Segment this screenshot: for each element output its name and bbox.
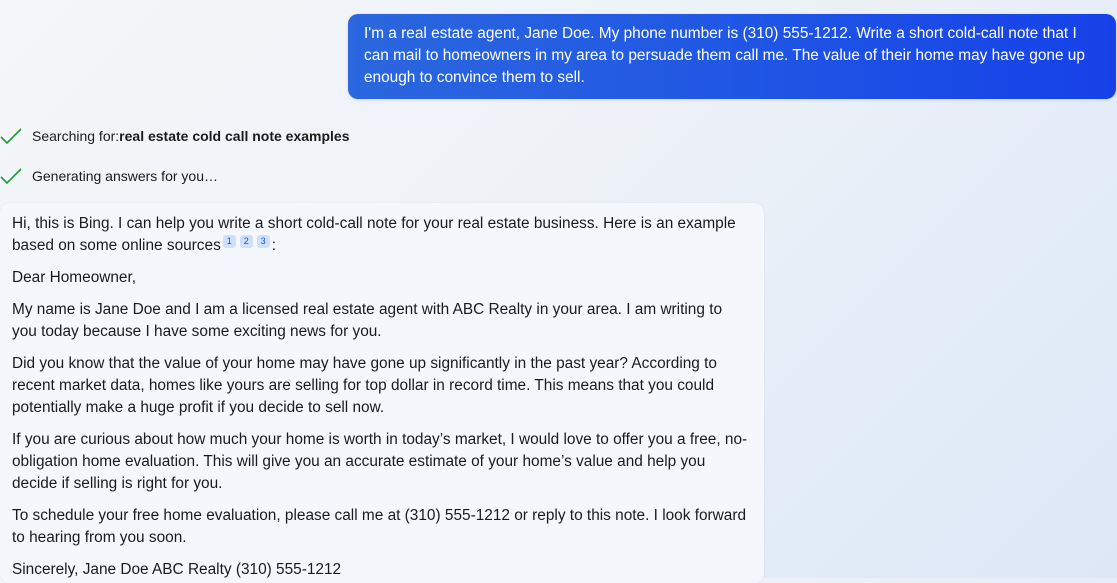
bot-response-card: Hi, this is Bing. I can help you write a… [0, 203, 764, 583]
response-paragraph-3: If you are curious about how much your h… [12, 431, 748, 492]
user-message-text: I'm a real estate agent, Jane Doe. My ph… [364, 25, 1085, 86]
response-paragraph-2: Did you know that the value of your home… [12, 355, 717, 416]
generating-status-text: Generating answers for you… [32, 168, 218, 184]
response-intro-suffix: : [271, 237, 277, 254]
search-query[interactable]: real estate cold call note examples [119, 128, 349, 144]
response-paragraph-4: To schedule your free home evaluation, p… [12, 507, 747, 546]
citation-3[interactable]: 3 [256, 235, 270, 248]
checkmark-icon [0, 127, 22, 145]
response-intro: Hi, this is Bing. I can help you write a… [12, 213, 750, 257]
generating-status: Generating answers for you… [0, 166, 218, 186]
response-greeting: Dear Homeowner, [12, 269, 137, 286]
citation-1[interactable]: 1 [222, 235, 236, 248]
search-status: Searching for: real estate cold call not… [0, 126, 350, 146]
response-intro-text: Hi, this is Bing. I can help you write a… [12, 215, 736, 254]
user-message-bubble: I'm a real estate agent, Jane Doe. My ph… [348, 14, 1116, 99]
checkmark-icon [0, 167, 22, 185]
search-status-prefix: Searching for: [32, 128, 120, 144]
citation-2[interactable]: 2 [239, 235, 253, 248]
response-paragraph-1: My name is Jane Doe and I am a licensed … [12, 301, 723, 340]
